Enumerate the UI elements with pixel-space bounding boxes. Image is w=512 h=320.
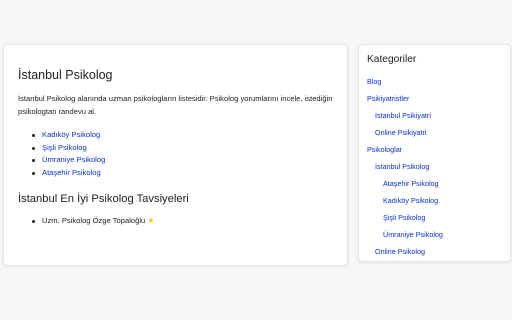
recommendation-text[interactable]: Uzm. Psikolog Özge Topaloğlu — [42, 216, 145, 225]
sidebar-item-kadikoy-psikolog[interactable]: Kadıköy Psikolog — [383, 196, 438, 205]
sidebar-item-blog[interactable]: Blog — [367, 77, 381, 86]
sidebar-item-psikologlar[interactable]: Psikologlar — [367, 145, 402, 154]
category-list: Blog Psikiyatristler İstanbul Psikiyatri… — [367, 76, 443, 263]
recommendations-list: Uzm. Psikolog Özge Topaloğlu ★ — [30, 215, 155, 227]
star-icon: ★ — [147, 216, 155, 225]
sidebar-item-atasehir-psikolog[interactable]: Ataşehir Psikolog — [383, 179, 439, 188]
sidebar-item-istanbul-psikolog[interactable]: İstanbul Psikolog — [375, 162, 429, 171]
sidebar-item-psikiyatristler[interactable]: Psikiyatristler — [367, 94, 409, 103]
list-item: Ataşehir Psikolog — [30, 167, 105, 180]
sidebar-item-sisli-psikolog[interactable]: Şişli Psikolog — [383, 213, 425, 222]
district-link-umraniye[interactable]: Ümraniye Psikolog — [42, 155, 105, 164]
district-link-sisli[interactable]: Şişli Psikolog — [42, 143, 87, 152]
list-item: Uzm. Psikolog Özge Topaloğlu ★ — [30, 215, 155, 227]
district-link-kadikoy[interactable]: Kadıköy Psikolog — [42, 130, 100, 139]
list-item: Ümraniye Psikolog — [30, 154, 105, 167]
district-link-list: Kadıköy Psikolog Şişli Psikolog Ümraniye… — [30, 129, 105, 180]
categories-sidebar: Kategoriler Blog Psikiyatristler İstanbu… — [358, 44, 511, 262]
district-link-atasehir[interactable]: Ataşehir Psikolog — [42, 168, 101, 177]
sidebar-item-umraniye-psikolog[interactable]: Ümraniye Psikolog — [383, 230, 443, 239]
page-title: İstanbul Psikolog — [18, 68, 113, 82]
sidebar-item-istanbul-psikiyatri[interactable]: İstanbul Psikiyatri — [375, 111, 431, 120]
main-content-card: İstanbul Psikolog İstanbul Psikolog alan… — [3, 44, 348, 266]
sidebar-item-online-psikolog[interactable]: Online Psikolog — [375, 247, 425, 256]
sidebar-title: Kategoriler — [367, 54, 417, 65]
list-item: Kadıköy Psikolog — [30, 129, 105, 142]
sidebar-item-online-psikiyatri[interactable]: Online Psikiyatri — [375, 128, 427, 137]
list-item: Şişli Psikolog — [30, 142, 105, 155]
recommendations-title: İstanbul En İyi Psikolog Tavsiyeleri — [18, 193, 189, 205]
intro-text: İstanbul Psikolog alanında uzman psikolo… — [18, 94, 333, 116]
